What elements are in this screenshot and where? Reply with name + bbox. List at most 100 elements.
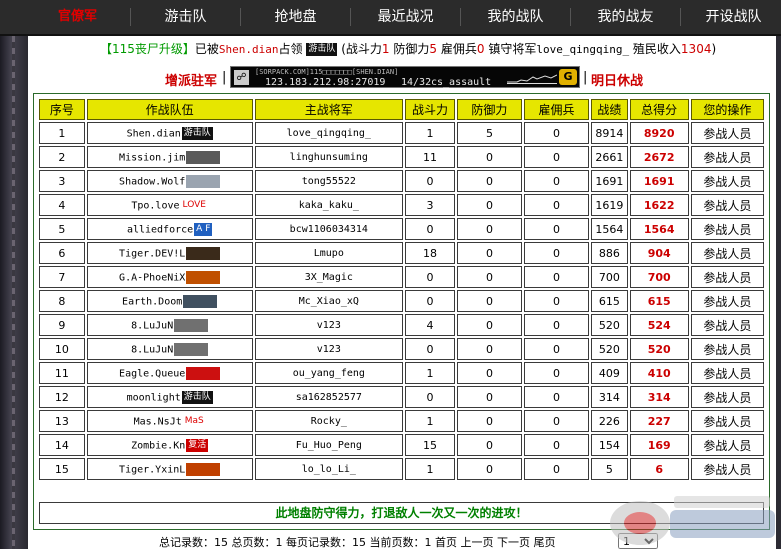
tomorrow-truce-link[interactable]: 明日休战 (591, 70, 643, 89)
cell-general[interactable]: lo_lo_Li_ (254, 458, 404, 480)
cell-defense: 0 (456, 386, 522, 408)
nav-item-youjidui[interactable]: 游击队 (148, 0, 223, 34)
cell-team[interactable]: Mas.NsJt MaS (86, 410, 253, 432)
cell-action-text[interactable]: 参战人员 (703, 463, 751, 477)
cell-general[interactable]: bcw1106034314 (254, 218, 404, 240)
cell-team[interactable]: Shadow.Wolf (86, 170, 253, 192)
cell-action-text[interactable]: 参战人员 (703, 199, 751, 213)
cell-record: 226 (591, 410, 628, 432)
cell-general[interactable]: love_qingqing_ (254, 122, 404, 144)
cell-total-score-text: 520 (647, 342, 671, 356)
first-page-link[interactable]: 首页 (435, 536, 457, 549)
cell-team[interactable]: Earth.Doom (86, 290, 253, 312)
cell-action-text[interactable]: 参战人员 (703, 223, 751, 237)
cell-action[interactable]: 参战人员 (690, 362, 764, 384)
last-page-link[interactable]: 尾页 (533, 536, 555, 549)
cell-general[interactable]: ou_yang_feng (254, 362, 404, 384)
cell-action-text[interactable]: 参战人员 (703, 391, 751, 405)
cell-action[interactable]: 参战人员 (690, 314, 764, 336)
cell-team[interactable]: alliedforce A F (86, 218, 253, 240)
cell-general[interactable]: 3X_Magic (254, 266, 404, 288)
cell-action-text[interactable]: 参战人员 (703, 271, 751, 285)
cell-defense-text: 0 (485, 294, 493, 308)
nav-item-zuijin-zhankuang[interactable]: 最近战况 (368, 0, 443, 34)
cell-record-text: 8914 (595, 126, 624, 140)
cell-team[interactable]: Tiger.DEV!L (86, 242, 253, 264)
prev-page-link[interactable]: 上一页 (460, 536, 493, 549)
cell-record-text: 700 (598, 270, 620, 284)
cell-general[interactable]: linghunsuming (254, 146, 404, 168)
nav-item-wode-zhandui[interactable]: 我的战队 (478, 0, 553, 34)
cell-general[interactable]: kaka_kaku_ (254, 194, 404, 216)
cell-action[interactable]: 参战人员 (690, 218, 764, 240)
cell-action[interactable]: 参战人员 (690, 266, 764, 288)
cell-team[interactable]: Tpo.love LOVE (86, 194, 253, 216)
cell-general[interactable]: sa162852577 (254, 386, 404, 408)
cell-action[interactable]: 参战人员 (690, 146, 764, 168)
cell-general[interactable]: Fu_Huo_Peng (254, 434, 404, 456)
cell-general[interactable]: v123 (254, 314, 404, 336)
cell-merc: 0 (523, 362, 590, 384)
next-page-link[interactable]: 下一页 (497, 536, 530, 549)
general-value[interactable]: love_qingqing_ (536, 43, 629, 56)
banner-map-name: cs_assault (431, 77, 492, 88)
cell-general-text: Mc_Xiao_xQ (298, 295, 359, 307)
cell-no-text: 10 (54, 342, 69, 356)
cell-general[interactable]: Lmupo (254, 242, 404, 264)
nav-item-kaishe-zhandui[interactable]: 开设战队 (696, 0, 771, 34)
cell-team[interactable]: moonlight 游击队 (86, 386, 253, 408)
nav-item-guanliaojun[interactable]: 官僚军 (40, 0, 115, 34)
cell-general[interactable]: Rocky_ (254, 410, 404, 432)
cell-action-text[interactable]: 参战人员 (703, 175, 751, 189)
cell-action-text[interactable]: 参战人员 (703, 439, 751, 453)
cell-action[interactable]: 参战人员 (690, 290, 764, 312)
cell-action[interactable]: 参战人员 (690, 122, 764, 144)
cell-no: 10 (39, 338, 85, 360)
cell-team[interactable]: Tiger.YxinL (86, 458, 253, 480)
cell-total-score-text: 1691 (643, 174, 675, 188)
cell-general[interactable]: v123 (254, 338, 404, 360)
server-level-tag[interactable]: 【115丧尸升级】 (100, 42, 195, 56)
cell-no-text: 3 (58, 174, 66, 188)
cell-action-text[interactable]: 参战人员 (703, 367, 751, 381)
deploy-troops-link[interactable]: 增派驻军 (165, 70, 217, 89)
cell-action-text[interactable]: 参战人员 (703, 319, 751, 333)
team-emblem-icon (174, 318, 209, 332)
cell-action-text[interactable]: 参战人员 (703, 127, 751, 141)
cell-action[interactable]: 参战人员 (690, 242, 764, 264)
nav-separator (460, 8, 461, 26)
cell-action[interactable]: 参战人员 (690, 194, 764, 216)
cell-team-text: Tpo.love (131, 200, 180, 211)
cell-action[interactable]: 参战人员 (690, 170, 764, 192)
cell-action[interactable]: 参战人员 (690, 386, 764, 408)
cell-general[interactable]: tong55522 (254, 170, 404, 192)
nav-item-qiangdipan[interactable]: 抢地盘 (258, 0, 333, 34)
cell-combat: 11 (405, 146, 455, 168)
cell-defense-text: 0 (485, 462, 493, 476)
cell-merc-text: 0 (553, 390, 561, 404)
cell-team[interactable]: Eagle.Queue (86, 362, 253, 384)
cell-general[interactable]: Mc_Xiao_xQ (254, 290, 404, 312)
cell-action[interactable]: 参战人员 (690, 338, 764, 360)
cell-action[interactable]: 参战人员 (690, 410, 764, 432)
cell-action-text[interactable]: 参战人员 (703, 415, 751, 429)
cell-action[interactable]: 参战人员 (690, 458, 764, 480)
nav-item-wode-zhanyou[interactable]: 我的战友 (588, 0, 663, 34)
cell-team-text: Mission.jim (119, 152, 186, 163)
cell-action[interactable]: 参战人员 (690, 434, 764, 456)
cell-action-text[interactable]: 参战人员 (703, 247, 751, 261)
cell-combat: 18 (405, 242, 455, 264)
cell-team[interactable]: Mission.jim (86, 146, 253, 168)
cell-team[interactable]: Shen.dian 游击队 (86, 122, 253, 144)
cell-action-text[interactable]: 参战人员 (703, 343, 751, 357)
cell-team[interactable]: 8.LuJuN (86, 338, 253, 360)
cell-action-text[interactable]: 参战人员 (703, 295, 751, 309)
server-banner[interactable]: ☍ [SORPACK.COM]115□□□□□□□[SHEN.DIAN] 123… (230, 66, 580, 88)
occupier-name[interactable]: Shen.dian (219, 43, 279, 56)
cell-team[interactable]: 8.LuJuN (86, 314, 253, 336)
cell-action-text[interactable]: 参战人员 (703, 151, 751, 165)
cell-defense-text: 0 (485, 198, 493, 212)
cell-record-text: 615 (598, 294, 620, 308)
cell-team[interactable]: G.A-PhoeNiX (86, 266, 253, 288)
cell-team[interactable]: Zombie.Kn 复活 (86, 434, 253, 456)
